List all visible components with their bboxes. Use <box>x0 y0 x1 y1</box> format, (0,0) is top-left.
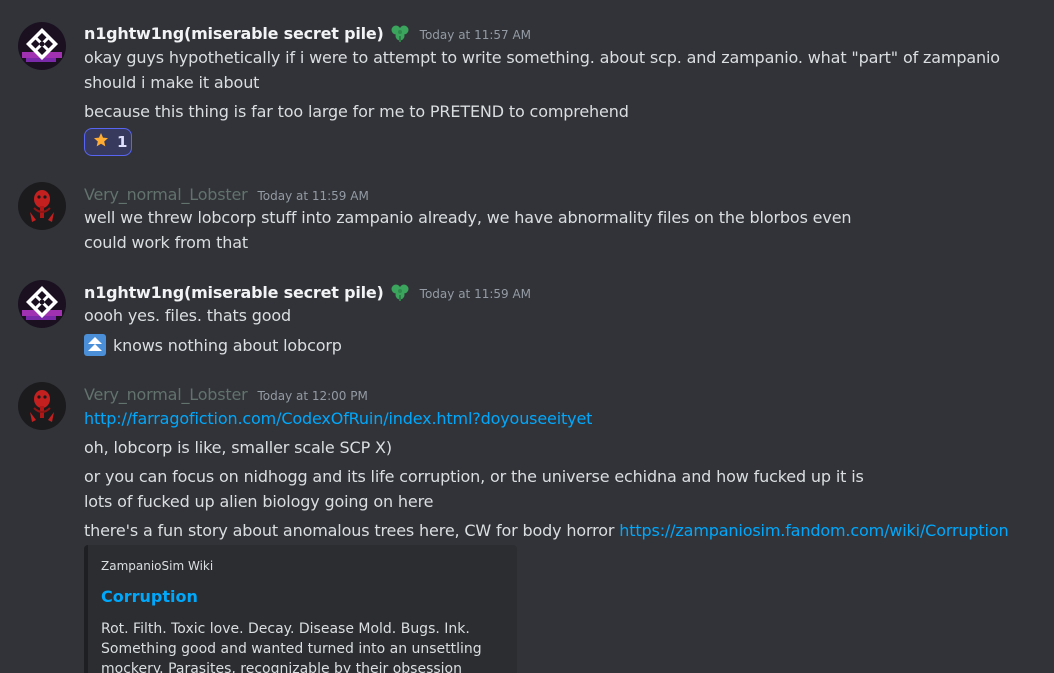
message-text: or you can focus on nidhogg and its life… <box>84 467 864 486</box>
message-text: okay guys hypothetically if i were to at… <box>84 48 1000 92</box>
message-text: knows nothing about lobcorp <box>113 336 342 355</box>
green-leaf-icon[interactable] <box>390 23 410 43</box>
embed-description: Rot. Filth. Toxic love. Decay. Disease M… <box>101 621 482 673</box>
timestamp[interactable]: Today at 11:57 AM <box>420 25 531 42</box>
embed-title[interactable]: Corruption <box>101 587 503 606</box>
chat-messages: n1ghtw1ng(miserable secret pile) Today a… <box>0 0 1054 673</box>
star-icon <box>93 132 109 152</box>
double-arrow-up-icon[interactable] <box>84 334 106 356</box>
author-name[interactable]: n1ghtw1ng(miserable secret pile) <box>84 283 384 302</box>
message-text: could work from that <box>84 233 249 252</box>
avatar[interactable] <box>18 382 66 430</box>
message-link[interactable]: http://farragofiction.com/CodexOfRuin/in… <box>84 406 592 431</box>
reaction-count: 1 <box>117 133 128 151</box>
message-text: oh, lobcorp is like, smaller scale SCP X… <box>84 438 392 457</box>
message-header: n1ghtw1ng(miserable secret pile) Today a… <box>84 281 531 303</box>
avatar[interactable] <box>18 22 66 70</box>
timestamp[interactable]: Today at 11:59 AM <box>257 186 368 203</box>
message-header: Very_normal_Lobster Today at 12:00 PM <box>84 383 368 405</box>
embed-provider[interactable]: ZampanioSim Wiki <box>101 559 503 573</box>
timestamp[interactable]: Today at 12:00 PM <box>257 386 367 403</box>
message-text: there's a fun story about anomalous tree… <box>84 521 620 540</box>
message-header: Very_normal_Lobster Today at 11:59 AM <box>84 183 369 205</box>
message-text-with-emoji: knows nothing about lobcorp <box>84 333 342 358</box>
reaction-button[interactable]: 1 <box>84 128 132 156</box>
timestamp[interactable]: Today at 11:59 AM <box>420 284 531 301</box>
author-name[interactable]: Very_normal_Lobster <box>84 385 248 404</box>
author-name[interactable]: n1ghtw1ng(miserable secret pile) <box>84 24 384 43</box>
message-text-with-link: there's a fun story about anomalous tree… <box>84 518 1009 543</box>
message-header: n1ghtw1ng(miserable secret pile) Today a… <box>84 22 531 44</box>
avatar[interactable] <box>18 182 66 230</box>
message-link[interactable]: https://zampaniosim.fandom.com/wiki/Corr… <box>619 521 1008 540</box>
green-leaf-icon[interactable] <box>390 282 410 302</box>
avatar[interactable] <box>18 280 66 328</box>
message-text: oooh yes. files. thats good <box>84 306 292 325</box>
message-text: lots of fucked up alien biology going on… <box>84 492 434 511</box>
message-text: well we threw lobcorp stuff into zampani… <box>84 208 852 227</box>
author-name[interactable]: Very_normal_Lobster <box>84 185 248 204</box>
message-text: because this thing is far too large for … <box>84 102 629 121</box>
link-embed: ZampanioSim Wiki Corruption Rot. Filth. … <box>84 545 517 673</box>
